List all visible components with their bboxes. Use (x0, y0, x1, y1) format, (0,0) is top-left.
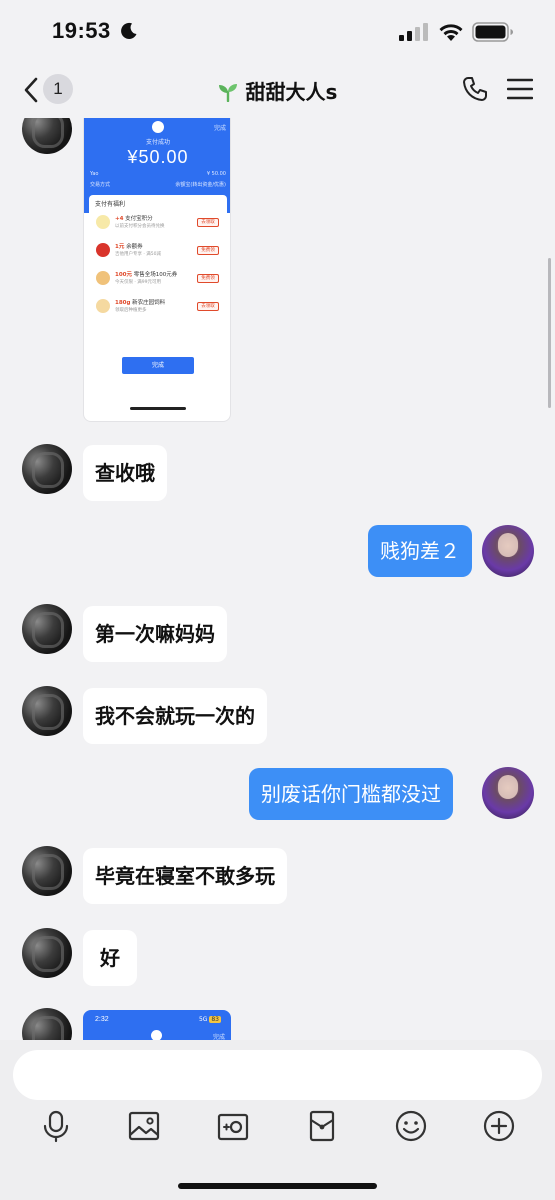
message-bubble-sent[interactable]: 别废话你门槛都没过 (249, 768, 453, 820)
hamburger-menu-icon[interactable] (507, 78, 533, 100)
payment-receipt-image-2[interactable]: 2:32 5G 83 完成 (83, 1010, 231, 1040)
contact-avatar[interactable] (22, 444, 72, 494)
image-icon[interactable] (126, 1108, 162, 1144)
payment-receipt-image[interactable]: 完成 支付成功 ¥50.00 Yao ¥ 50.00 交易方式 余额宝(转出资金/优… (83, 118, 231, 422)
alipay-logo-icon (151, 1030, 162, 1040)
status-bar: 19:53 (0, 0, 555, 62)
message-bubble-sent[interactable]: 贱狗差２ (368, 525, 472, 577)
message-bubble-received[interactable]: 查收哦 (83, 445, 167, 501)
perk-item: 180g 新农庄园饲料 领取后种植更多 去领取 (93, 295, 223, 319)
perk-item: 1元 余额券 吉他用户专享 · 满50减 免费领 (93, 239, 223, 263)
my-avatar[interactable] (482, 767, 534, 819)
coupon-icon (96, 243, 110, 257)
gift-icon (96, 271, 110, 285)
emoji-icon[interactable] (393, 1108, 429, 1144)
perks-title: 支付有福利 (95, 201, 126, 208)
message-bubble-received[interactable]: 好 (83, 930, 137, 986)
sprout-icon (218, 84, 237, 102)
wifi-icon (439, 24, 463, 41)
feed-icon (96, 299, 110, 313)
contact-avatar[interactable] (22, 686, 72, 736)
contact-avatar[interactable] (22, 118, 72, 154)
message-bubble-received[interactable]: 毕竟在寝室不敢多玩 (83, 848, 287, 904)
alipay-logo-icon (152, 121, 164, 133)
perk-item: +4 支付宝积分 以前支付积分会员待兑换 去领取 (93, 211, 223, 235)
receipt-done-label: 完成 (213, 125, 226, 132)
receipt-perks-panel: 支付有福利 +4 支付宝积分 以前支付积分会员待兑换 去领取 1元 余额券 吉他… (89, 195, 227, 319)
message-list[interactable]: 完成 支付成功 ¥50.00 Yao ¥ 50.00 交易方式 余额宝(转出资金/优… (0, 118, 555, 1040)
contact-avatar[interactable] (22, 928, 72, 978)
contact-avatar[interactable] (22, 604, 72, 654)
contact-avatar[interactable] (22, 846, 72, 896)
status-time: 19:53 (52, 18, 111, 43)
contact-avatar[interactable] (22, 1008, 72, 1040)
red-packet-icon[interactable] (304, 1108, 340, 1144)
message-bubble-received[interactable]: 我不会就玩一次的 (83, 688, 267, 744)
chat-header: 1 甜甜大人s (0, 62, 555, 118)
perk-item: 100元 零售全场100元券 今天仅限 · 满99元可用 免费领 (93, 267, 223, 291)
points-icon (96, 215, 110, 229)
receipt-success-text: 支付成功 (145, 139, 170, 146)
plus-icon[interactable] (481, 1108, 517, 1144)
receipt-row: 交易方式 余额宝(转出资金/优惠) (90, 182, 226, 188)
scrollbar[interactable] (548, 258, 551, 408)
receipt2-time: 2:32 (95, 1016, 109, 1023)
receipt2-status: 5G 83 (198, 1016, 221, 1023)
my-avatar[interactable] (482, 525, 534, 577)
phone-icon[interactable] (461, 75, 489, 103)
microphone-icon[interactable] (38, 1108, 74, 1144)
receipt2-done-label: 完成 (212, 1034, 225, 1040)
chat-title: 甜甜大人s (245, 80, 338, 104)
battery-icon (472, 22, 513, 42)
receipt-amount: ¥50.00 (127, 147, 189, 167)
cellular-signal-icon (399, 23, 428, 41)
receipt-finish-button: 完成 (122, 357, 194, 374)
message-input[interactable] (13, 1050, 542, 1100)
message-bubble-received[interactable]: 第一次嘛妈妈 (83, 606, 227, 662)
receipt-home-indicator (130, 407, 186, 410)
receipt-row: Yao ¥ 50.00 (90, 171, 226, 177)
home-indicator (178, 1183, 377, 1189)
input-area (0, 1040, 555, 1200)
camera-icon[interactable] (215, 1108, 251, 1144)
moon-icon (121, 22, 137, 39)
